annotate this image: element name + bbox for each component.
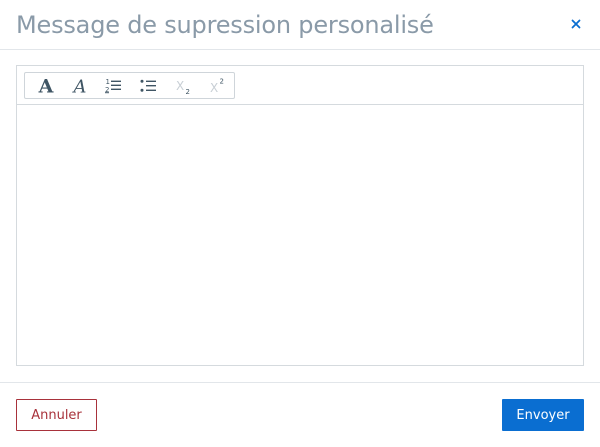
superscript-icon: X 2 <box>210 77 224 95</box>
svg-text:A: A <box>72 76 87 96</box>
italic-button[interactable]: A <box>63 73 97 98</box>
close-icon <box>571 19 581 29</box>
svg-text:X: X <box>176 79 184 93</box>
svg-text:2: 2 <box>219 77 223 85</box>
unordered-list-icon <box>140 79 156 92</box>
unordered-list-button[interactable] <box>132 73 166 98</box>
svg-text:A: A <box>38 76 54 96</box>
subscript-icon: X 2 <box>176 79 190 96</box>
cancel-button[interactable]: Annuler <box>16 399 97 431</box>
superscript-button: X 2 <box>200 73 234 98</box>
ordered-list-button[interactable]: 1 2 <box>97 73 131 98</box>
svg-text:X: X <box>210 81 218 95</box>
custom-deletion-message-dialog: Message de supression personalisé A A 1 … <box>0 0 600 447</box>
dialog-header: Message de supression personalisé <box>0 0 600 50</box>
close-button[interactable] <box>568 16 584 32</box>
editor-toolbar: A A 1 2 X 2 X 2 <box>17 66 583 105</box>
ordered-list-icon: 1 2 <box>105 78 122 94</box>
dialog-footer: Annuler Envoyer <box>0 382 600 447</box>
dialog-title: Message de supression personalisé <box>16 11 434 39</box>
send-button[interactable]: Envoyer <box>502 399 584 431</box>
editor-content-area[interactable] <box>17 105 583 365</box>
bold-icon: A <box>38 76 54 96</box>
svg-text:2: 2 <box>185 88 189 96</box>
svg-text:1: 1 <box>106 78 110 86</box>
subscript-button: X 2 <box>166 73 200 98</box>
bold-button[interactable]: A <box>29 73 63 98</box>
rich-text-editor: A A 1 2 X 2 X 2 <box>16 65 584 366</box>
italic-icon: A <box>72 76 87 96</box>
formatting-button-group: A A 1 2 X 2 X 2 <box>24 72 235 99</box>
